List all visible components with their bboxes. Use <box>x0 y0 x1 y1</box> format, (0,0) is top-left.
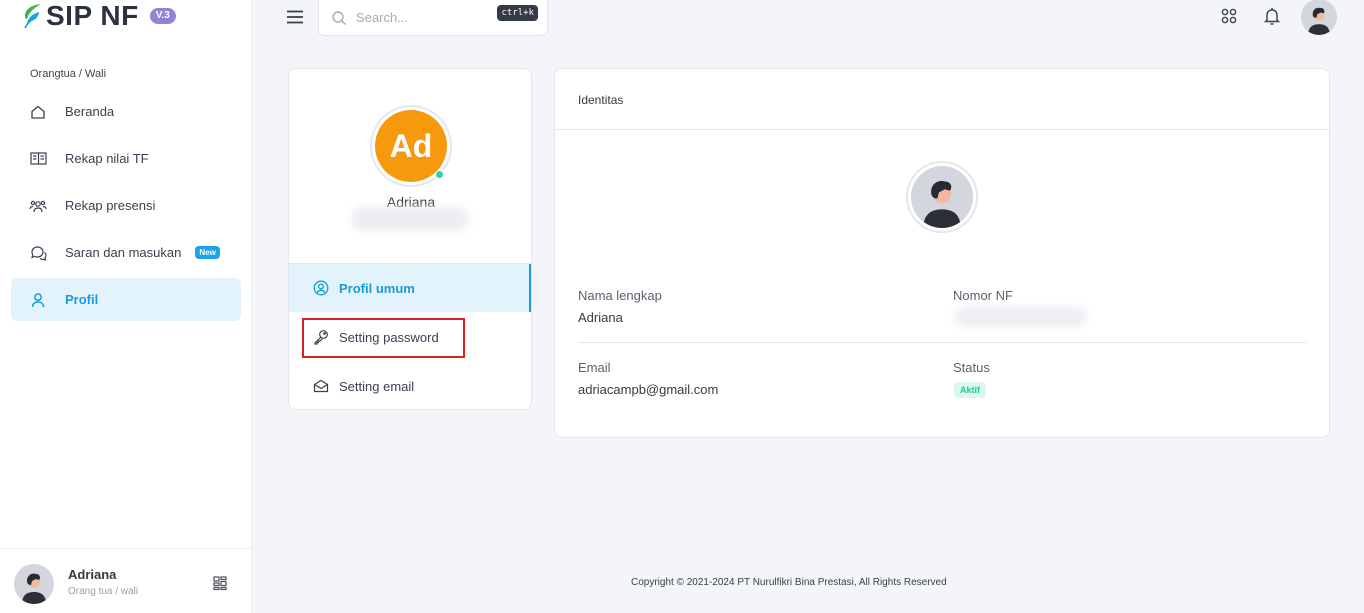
online-status-dot <box>435 170 444 179</box>
shortcut-hint: ctrl+k <box>497 5 538 21</box>
search-icon <box>331 10 347 26</box>
sidebar-item-saran[interactable]: Saran dan masukan New <box>11 231 241 274</box>
sidebar-item-label: Rekap presensi <box>65 198 156 213</box>
sidebar-user-name: Adriana <box>68 567 117 582</box>
app-name: SIP NF <box>46 0 139 31</box>
book-icon <box>29 150 47 168</box>
search-box[interactable]: ctrl+k <box>318 0 548 36</box>
app-logo[interactable]: SIP NF V.3 <box>22 2 176 30</box>
leaf-logo-icon <box>24 4 41 28</box>
tab-label: Profil umum <box>339 280 415 296</box>
sidebar-item-label: Profil <box>65 292 99 307</box>
avatar <box>911 166 973 228</box>
highlight-annotation <box>302 318 465 358</box>
bell-icon[interactable] <box>1262 6 1282 26</box>
sidebar-item-rekap-nilai[interactable]: Rekap nilai TF <box>11 137 241 180</box>
full-name-value: Adriana <box>578 310 623 325</box>
status-badge: Aktif <box>954 382 986 398</box>
card-title: Identitas <box>578 93 624 107</box>
sidebar-user-role: Orang tua / wali <box>68 586 139 597</box>
user-avatar[interactable] <box>1301 0 1337 35</box>
tab-setting-email[interactable]: Setting email <box>289 362 531 409</box>
menu-section-label: Orangtua / Wali <box>30 68 107 80</box>
redacted-text <box>351 207 469 231</box>
status-label: Status <box>953 360 990 375</box>
envelope-icon <box>313 378 329 394</box>
sidebar-item-profil[interactable]: Profil <box>11 278 241 321</box>
users-icon <box>29 197 47 215</box>
sidebar-menu: Beranda Rekap nilai TF Rekap presensi Sa… <box>11 90 241 325</box>
new-badge: New <box>195 246 220 259</box>
full-name-label: Nama lengkap <box>578 288 662 303</box>
redacted-nf-number <box>955 307 1087 327</box>
apps-grid-icon[interactable] <box>212 575 228 591</box>
sidebar-item-beranda[interactable]: Beranda <box>11 90 241 133</box>
chat-icon <box>29 244 47 262</box>
divider <box>578 342 1307 343</box>
nf-number-label: Nomor NF <box>953 288 1013 303</box>
user-circle-icon <box>313 280 329 296</box>
sidebar-item-label: Saran dan masukan <box>65 245 182 260</box>
sidebar-item-rekap-presensi[interactable]: Rekap presensi <box>11 184 241 227</box>
search-input[interactable] <box>356 10 486 25</box>
profile-card: Ad Adriana Profil umum Setting password … <box>288 68 532 410</box>
home-icon <box>29 103 47 121</box>
sidebar: SIP NF V.3 Orangtua / Wali Beranda Rekap… <box>0 0 252 613</box>
avatar[interactable] <box>14 564 54 604</box>
email-value: adriacampb@gmail.com <box>578 382 719 397</box>
sidebar-item-label: Rekap nilai TF <box>65 151 149 166</box>
apps-icon[interactable] <box>1219 6 1239 26</box>
divider <box>555 129 1329 130</box>
menu-toggle-icon[interactable] <box>285 8 305 26</box>
user-icon <box>29 291 47 309</box>
version-badge: V.3 <box>149 8 176 24</box>
tab-label: Setting email <box>339 378 415 394</box>
email-label: Email <box>578 360 611 375</box>
identity-avatar <box>906 161 978 233</box>
sidebar-user-panel: Adriana Orang tua / wali <box>0 548 252 613</box>
sidebar-item-label: Beranda <box>65 104 115 119</box>
identity-card: Identitas Nama lengkap Adriana Nomor NF … <box>554 68 1330 438</box>
tab-profil-umum[interactable]: Profil umum <box>289 264 531 312</box>
footer-copyright: Copyright © 2021-2024 PT Nurulfikri Bina… <box>631 577 947 588</box>
